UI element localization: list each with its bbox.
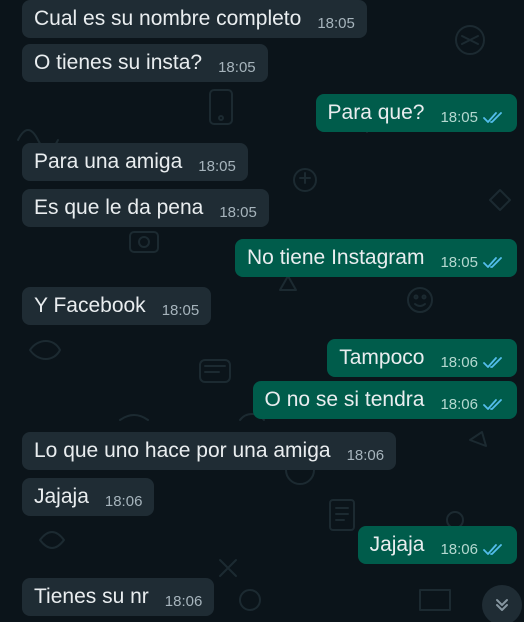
scroll-to-bottom-button[interactable] (482, 585, 522, 622)
message-meta: 18:06 (347, 447, 385, 464)
outgoing-message[interactable]: Jajaja 18:06 (357, 526, 517, 564)
message-text: Tampoco (339, 346, 425, 369)
message-time: 18:06 (440, 540, 478, 558)
message-meta: 18:05 (440, 109, 505, 126)
message-text: Lo que uno hace por una amiga (34, 439, 331, 462)
message-meta: 18:05 (317, 15, 355, 32)
message-time: 18:05 (219, 203, 257, 221)
message-time: 18:05 (161, 301, 200, 319)
message-meta: 18:05 (219, 204, 257, 221)
double-check-icon (483, 357, 502, 368)
message-time: 18:06 (346, 446, 385, 464)
message-meta: 18:06 (440, 396, 505, 413)
double-chevron-down-icon (496, 599, 508, 611)
incoming-message[interactable]: Cual es su nombre completo 18:05 (22, 0, 367, 38)
outgoing-message[interactable]: Para que? 18:05 (315, 94, 517, 132)
message-time: 18:05 (317, 14, 355, 32)
message-text: Jajaja (369, 533, 425, 556)
message-time: 18:06 (104, 492, 143, 510)
message-time: 18:05 (440, 108, 478, 126)
incoming-message[interactable]: O tienes su insta? 18:05 (22, 44, 268, 82)
message-meta: 18:05 (440, 254, 505, 271)
message-text: Jajaja (34, 485, 89, 508)
message-text: Para que? (327, 101, 425, 124)
message-time: 18:05 (218, 58, 256, 76)
message-meta: 18:05 (218, 59, 256, 76)
double-check-icon (483, 257, 502, 268)
message-time: 18:05 (198, 157, 236, 175)
message-text: Cual es su nombre completo (34, 7, 302, 30)
message-meta: 18:06 (440, 354, 505, 371)
incoming-message[interactable]: Y Facebook 18:05 (22, 287, 212, 325)
incoming-message[interactable]: Tienes su nr 18:06 (22, 578, 215, 616)
incoming-message[interactable]: Jajaja 18:06 (22, 478, 155, 516)
incoming-message[interactable]: Para una amiga 18:05 (22, 143, 248, 181)
message-time: 18:06 (440, 353, 478, 371)
outgoing-message[interactable]: No tiene Instagram 18:05 (235, 239, 517, 277)
message-time: 18:06 (440, 395, 478, 413)
incoming-message[interactable]: Es que le da pena 18:05 (22, 189, 269, 227)
double-check-icon (483, 399, 502, 410)
double-check-icon (483, 112, 502, 123)
message-meta: 18:06 (165, 593, 203, 610)
message-meta: 18:06 (440, 541, 505, 558)
message-text: No tiene Instagram (247, 246, 425, 269)
message-text: Tienes su nr (34, 585, 149, 608)
message-text: O no se si tendra (264, 388, 425, 411)
double-check-icon (483, 544, 502, 555)
outgoing-message[interactable]: O no se si tendra 18:06 (252, 381, 517, 419)
message-text: O tienes su insta? (34, 51, 203, 74)
message-meta: 18:05 (162, 302, 200, 319)
message-text: Y Facebook (34, 294, 146, 317)
incoming-message[interactable]: Lo que uno hace por una amiga 18:06 (22, 432, 397, 470)
message-time: 18:06 (164, 592, 203, 610)
message-meta: 18:06 (105, 493, 143, 510)
message-meta: 18:05 (198, 158, 236, 175)
chat-area[interactable]: Cual es su nombre completo 18:05 O tienes … (0, 0, 524, 622)
message-text: Es que le da pena (34, 196, 204, 219)
outgoing-message[interactable]: Tampoco 18:06 (327, 339, 517, 377)
message-time: 18:05 (440, 253, 478, 271)
message-text: Para una amiga (34, 150, 183, 173)
